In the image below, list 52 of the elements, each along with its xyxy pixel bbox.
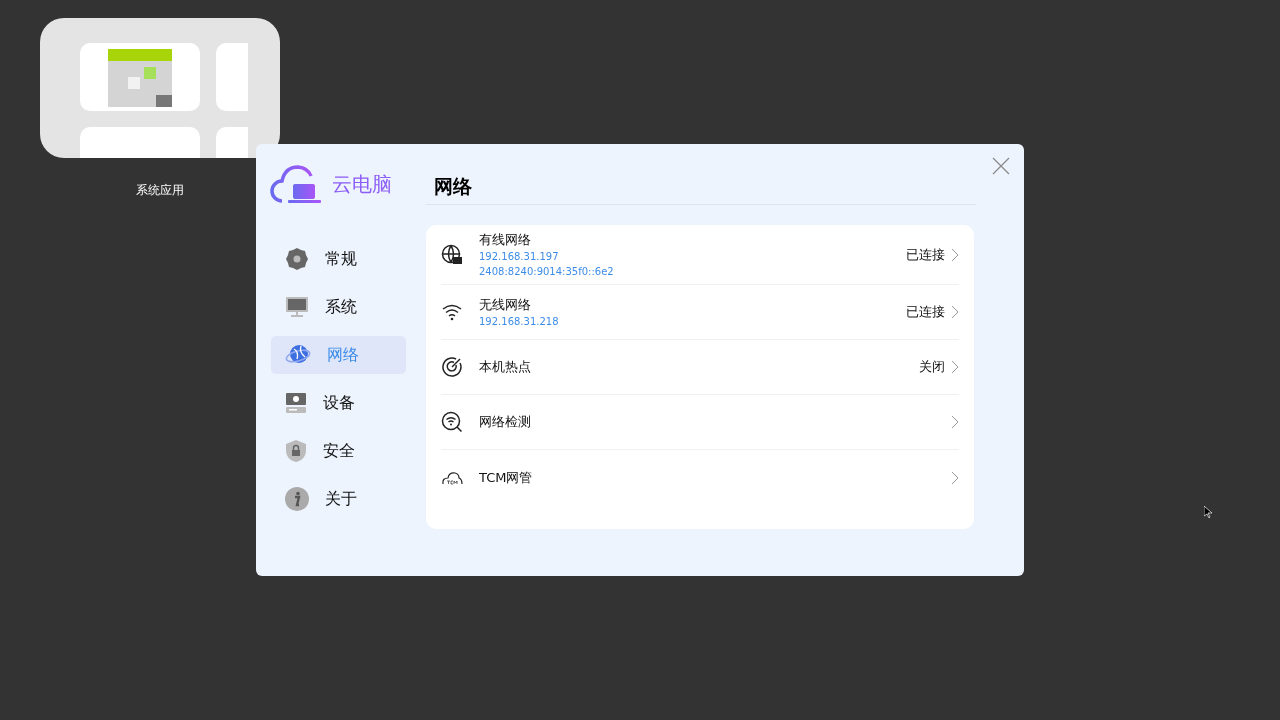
chevron-right-icon <box>951 470 959 485</box>
row-title: 无线网络 <box>479 295 532 314</box>
target-icon <box>441 356 463 378</box>
wifi-search-icon <box>441 411 463 433</box>
ip-address: 2408:8240:9014:35f0::6e2 <box>479 264 615 279</box>
logo-text: 云电脑 <box>332 170 392 198</box>
sidebar-item[interactable]: 关于 <box>271 480 406 518</box>
page-title: 网络 <box>434 174 473 199</box>
app-tile[interactable] <box>80 127 200 158</box>
row-title: TCM网管 <box>479 468 534 487</box>
globe-lock-icon <box>441 243 463 266</box>
cloud-laptop-logo-icon <box>268 164 322 204</box>
settings-row[interactable]: 有线网络 192.168.31.197 2408:8240:9014:35f0::6e2 已连接 <box>441 225 959 285</box>
sidebar-item-label: 关于 <box>325 488 357 510</box>
ip-address: 192.168.31.218 <box>479 314 560 329</box>
wifi-icon <box>441 303 463 321</box>
app-tile[interactable] <box>216 127 248 158</box>
sidebar-item-label: 安全 <box>323 440 355 462</box>
chevron-right-icon <box>951 305 959 319</box>
settings-row[interactable]: 本机热点 关闭 <box>441 340 959 395</box>
row-title: 有线网络 <box>479 230 532 249</box>
row-title: 本机热点 <box>479 358 532 376</box>
info-icon <box>285 487 309 511</box>
device-icon <box>285 392 307 414</box>
row-title: 网络检测 <box>479 413 532 431</box>
settings-row[interactable]: TCM网管 <box>441 450 959 505</box>
chevron-right-icon <box>951 247 959 262</box>
row-status: 已连接 <box>906 245 945 264</box>
row-status: 关闭 <box>919 358 945 376</box>
ip-address: 192.168.31.197 <box>479 249 560 264</box>
sidebar-item[interactable]: 常规 <box>271 240 406 278</box>
chevron-right-icon <box>951 360 959 374</box>
chevron-right-icon <box>951 415 959 429</box>
shield-lock-icon <box>285 439 307 463</box>
sidebar-item-label: 设备 <box>323 392 355 414</box>
gear-icon <box>285 247 309 271</box>
cloud-icon <box>441 469 463 486</box>
folder-label: 系统应用 <box>135 182 185 199</box>
app-tile[interactable] <box>216 43 248 111</box>
settings-row[interactable]: 网络检测 <box>441 395 959 450</box>
sidebar-item[interactable]: 设备 <box>271 384 406 422</box>
sidebar-item[interactable]: 安全 <box>271 432 406 470</box>
sidebar-item-label: 系统 <box>325 296 357 318</box>
settings-row[interactable]: 无线网络 192.168.31.218 已连接 <box>441 285 959 340</box>
row-status: 已连接 <box>906 303 945 321</box>
monitor-icon <box>285 296 309 318</box>
mouse-cursor-icon <box>1204 506 1212 518</box>
sidebar-item-label: 常规 <box>325 248 357 270</box>
app-tile[interactable] <box>80 43 200 111</box>
calendar-app-icon <box>108 49 172 107</box>
sidebar-item-label: 网络 <box>327 344 359 366</box>
sidebar-item[interactable]: 系统 <box>271 288 406 326</box>
